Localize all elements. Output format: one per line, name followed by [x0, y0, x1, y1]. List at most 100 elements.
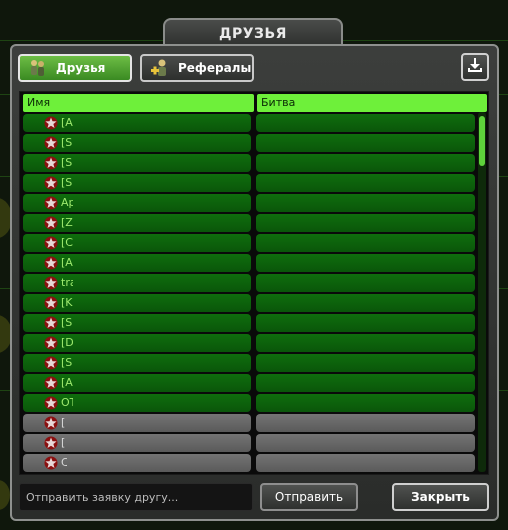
close-button[interactable]: Закрыть	[392, 483, 489, 511]
rank-star-icon	[44, 196, 58, 210]
table-row[interactable]: [Z	[23, 214, 481, 234]
friend-name: tra	[61, 276, 73, 289]
friend-name: [S	[61, 176, 73, 189]
column-header-name[interactable]: Имя	[23, 94, 254, 112]
rank-star-icon	[44, 416, 58, 430]
friend-request-input[interactable]	[19, 483, 253, 511]
table-row[interactable]: [	[23, 414, 481, 434]
table-row[interactable]: [D	[23, 334, 481, 354]
friend-name: [S	[61, 136, 73, 149]
battle-cell[interactable]	[256, 294, 475, 312]
battle-cell[interactable]	[256, 174, 475, 192]
table-row[interactable]: [A	[23, 254, 481, 274]
rank-star-icon	[44, 256, 58, 270]
battle-cell[interactable]	[256, 394, 475, 412]
name-cell[interactable]: C	[23, 454, 251, 472]
soldiers-icon	[28, 58, 48, 78]
friend-name: [D	[61, 336, 73, 349]
rank-star-icon	[44, 316, 58, 330]
name-cell[interactable]: tra	[23, 274, 251, 292]
name-cell[interactable]: [S	[23, 174, 251, 192]
battle-cell[interactable]	[256, 454, 475, 472]
table-row[interactable]: [	[23, 434, 481, 454]
name-cell[interactable]: [A	[23, 374, 251, 392]
download-button[interactable]	[461, 53, 489, 81]
send-button[interactable]: Отправить	[260, 483, 358, 511]
battle-cell[interactable]	[256, 354, 475, 372]
tab-friends-label: Друзья	[56, 61, 106, 75]
table-row[interactable]: [S	[23, 354, 481, 374]
battle-cell[interactable]	[256, 254, 475, 272]
battle-cell[interactable]	[256, 134, 475, 152]
battle-cell[interactable]	[256, 214, 475, 232]
column-header-battle[interactable]: Битва	[257, 94, 487, 112]
friend-name: OT	[61, 396, 73, 409]
table-row[interactable]: [S	[23, 154, 481, 174]
table-body: [A[S[S[SAp[Z[C[Atra[K[S[D[S[AOT[[C	[23, 114, 481, 474]
scrollbar[interactable]	[478, 112, 486, 472]
rank-star-icon	[44, 396, 58, 410]
battle-cell[interactable]	[256, 314, 475, 332]
name-cell[interactable]: [A	[23, 114, 251, 132]
battle-cell[interactable]	[256, 374, 475, 392]
friend-name: [S	[61, 316, 73, 329]
name-cell[interactable]: [A	[23, 254, 251, 272]
table-row[interactable]: tra	[23, 274, 481, 294]
battle-cell[interactable]	[256, 194, 475, 212]
table-row[interactable]: [S	[23, 134, 481, 154]
name-cell[interactable]: OT	[23, 394, 251, 412]
name-cell[interactable]: [S	[23, 314, 251, 332]
table-row[interactable]: OT	[23, 394, 481, 414]
rank-star-icon	[44, 276, 58, 290]
name-cell[interactable]: Ap	[23, 194, 251, 212]
name-cell[interactable]: [S	[23, 154, 251, 172]
friends-table: Имя Битва [A[S[S[SAp[Z[C[Atra[K[S[D[S[AO…	[19, 91, 489, 475]
battle-cell[interactable]	[256, 414, 475, 432]
tab-referrals-label: Рефералы	[178, 61, 252, 75]
table-row[interactable]: [A	[23, 374, 481, 394]
tab-referrals[interactable]: Рефералы	[140, 54, 254, 82]
rank-star-icon	[44, 336, 58, 350]
add-user-icon	[150, 58, 170, 78]
name-cell[interactable]: [Z	[23, 214, 251, 232]
battle-cell[interactable]	[256, 114, 475, 132]
rank-star-icon	[44, 176, 58, 190]
rank-star-icon	[44, 236, 58, 250]
battle-cell[interactable]	[256, 234, 475, 252]
name-cell[interactable]: [	[23, 414, 251, 432]
friends-dialog: Друзья Рефералы Имя Битва [A [S [S [S A …	[10, 44, 499, 521]
table-row[interactable]: [S	[23, 174, 481, 194]
rank-star-icon	[44, 216, 58, 230]
battle-cell[interactable]	[256, 274, 475, 292]
friend-name: [C	[61, 236, 73, 249]
table-row[interactable]: [S	[23, 314, 481, 334]
battle-cell[interactable]	[256, 434, 475, 452]
table-row[interactable]: [A	[23, 114, 481, 134]
background-emblem	[0, 480, 10, 510]
name-cell[interactable]: [S	[23, 134, 251, 152]
rank-star-icon	[44, 296, 58, 310]
name-cell[interactable]: [C	[23, 234, 251, 252]
table-row[interactable]: C	[23, 454, 481, 474]
table-row[interactable]: [K	[23, 294, 481, 314]
download-icon	[467, 57, 483, 77]
name-cell[interactable]: [S	[23, 354, 251, 372]
rank-star-icon	[44, 436, 58, 450]
name-cell[interactable]: [D	[23, 334, 251, 352]
table-row[interactable]: [C	[23, 234, 481, 254]
friend-name: [S	[61, 156, 73, 169]
friend-name: [A	[61, 376, 73, 389]
rank-star-icon	[44, 356, 58, 370]
tab-friends[interactable]: Друзья	[18, 54, 132, 82]
friend-name: [A	[61, 256, 73, 269]
rank-star-icon	[44, 116, 58, 130]
battle-cell[interactable]	[256, 154, 475, 172]
scrollbar-thumb[interactable]	[479, 116, 485, 166]
name-cell[interactable]: [K	[23, 294, 251, 312]
battle-cell[interactable]	[256, 334, 475, 352]
table-row[interactable]: Ap	[23, 194, 481, 214]
name-cell[interactable]: [	[23, 434, 251, 452]
friend-name: [K	[61, 296, 73, 309]
friend-name: [S	[61, 356, 73, 369]
friend-name: [Z	[61, 216, 73, 229]
